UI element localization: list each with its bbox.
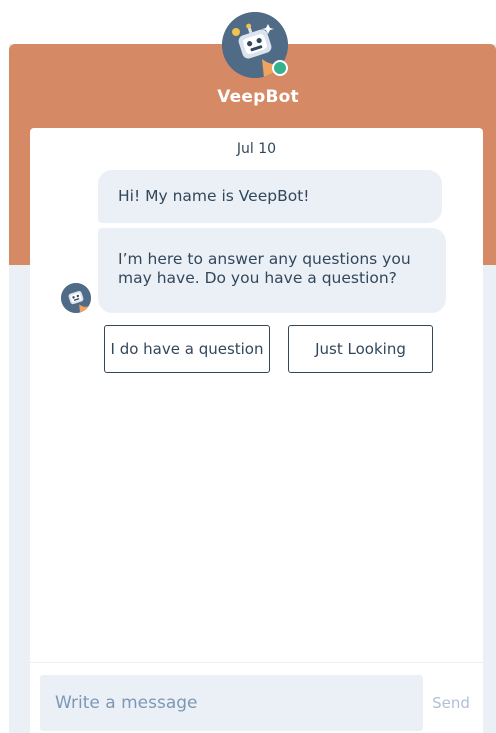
bot-name: VeepBot xyxy=(217,87,299,107)
bot-message-avatar-icon xyxy=(61,283,91,313)
online-status-dot xyxy=(272,60,288,76)
composer-divider xyxy=(30,662,483,663)
message-input[interactable] xyxy=(40,675,423,731)
send-button[interactable]: Send xyxy=(427,690,475,716)
quick-reply-just-looking-button[interactable]: Just Looking xyxy=(288,325,433,373)
quick-reply-have-question-button[interactable]: I do have a question xyxy=(104,325,270,373)
bot-message: Hi! My name is VeepBot! xyxy=(98,170,442,223)
bot-message: I’m here to answer any questions you may… xyxy=(98,228,446,313)
conversation-date: Jul 10 xyxy=(236,141,277,157)
